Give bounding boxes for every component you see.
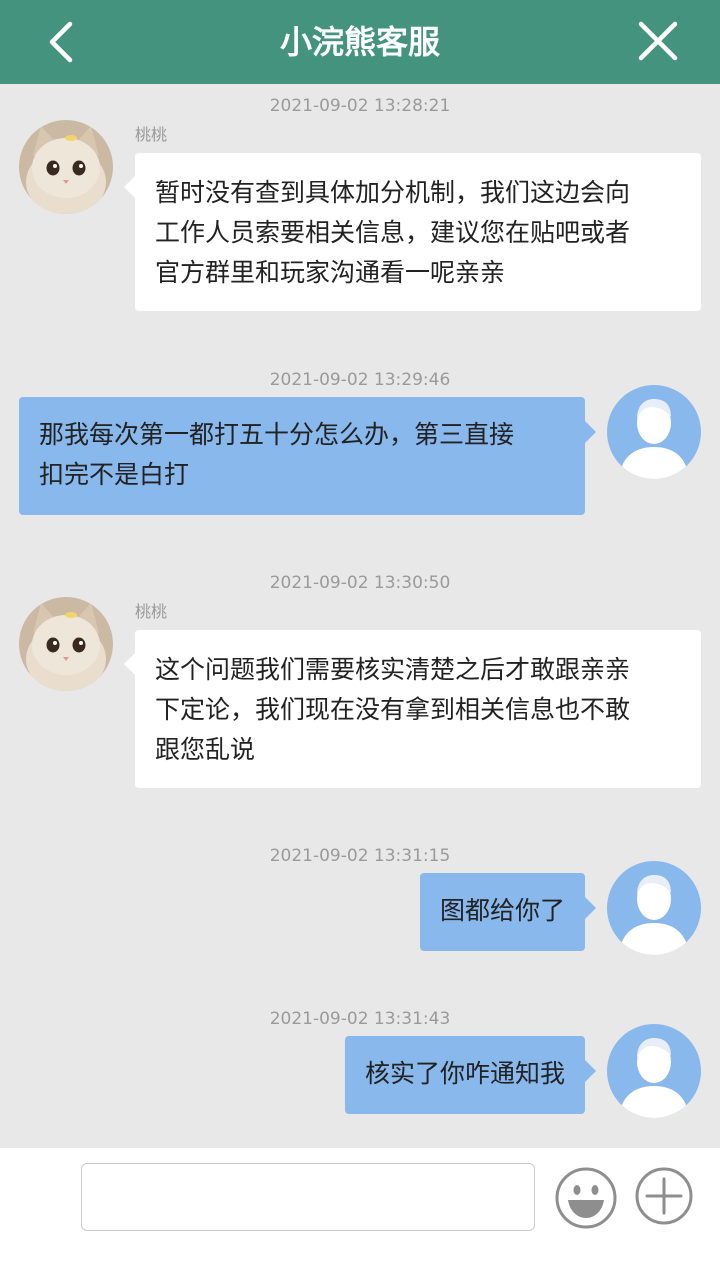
agent-message-bubble[interactable]: 暂时没有查到具体加分机制，我们这边会向 工作人员索要相关信息，建议您在贴吧或者 … bbox=[124, 153, 701, 311]
message-text-line: 那我每次第一都打五十分怎么办，第三直接 bbox=[39, 420, 515, 449]
default-user-avatar-icon bbox=[607, 861, 701, 955]
message-text-line: 图都给你了 bbox=[439, 896, 565, 925]
page-title: 小浣熊客服 bbox=[279, 23, 440, 61]
message-timestamp: 2021-09-02 13:31:15 bbox=[269, 846, 451, 866]
close-button[interactable] bbox=[628, 14, 688, 70]
user-message-bubble[interactable]: 那我每次第一都打五十分怎么办，第三直接 扣完不是白打 bbox=[19, 397, 596, 515]
user-avatar[interactable] bbox=[607, 861, 701, 955]
agent-avatar[interactable] bbox=[19, 597, 113, 691]
message-timestamp: 2021-09-02 13:31:43 bbox=[269, 1009, 451, 1029]
message-timestamp: 2021-09-02 13:30:50 bbox=[269, 573, 451, 593]
header-bar: 小浣熊客服 bbox=[0, 0, 720, 84]
message-input[interactable] bbox=[81, 1163, 535, 1231]
message-timestamp: 2021-09-02 13:28:21 bbox=[269, 96, 451, 116]
user-avatar[interactable] bbox=[607, 385, 701, 479]
add-attachment-button[interactable] bbox=[634, 1166, 694, 1226]
cat-avatar-icon bbox=[19, 597, 113, 691]
cat-avatar-icon bbox=[19, 120, 113, 214]
message-text-line: 跟您乱说 bbox=[155, 735, 256, 764]
user-message-bubble[interactable]: 核实了你咋通知我 bbox=[344, 1036, 597, 1114]
message-text-line: 官方群里和玩家沟通看一呢亲亲 bbox=[155, 258, 506, 287]
user-avatar[interactable] bbox=[607, 1024, 701, 1118]
sender-name: 桃桃 bbox=[135, 602, 168, 621]
message-timestamp: 2021-09-02 13:29:46 bbox=[269, 370, 451, 390]
message-text-line: 扣完不是白打 bbox=[39, 460, 190, 489]
agent-message-bubble[interactable]: 这个问题我们需要核实清楚之后才敢跟亲亲 下定论，我们现在没有拿到相关信息也不敢 … bbox=[124, 630, 701, 788]
input-bar bbox=[0, 1148, 720, 1281]
message-text-line: 核实了你咋通知我 bbox=[364, 1059, 565, 1088]
emoji-button[interactable] bbox=[554, 1166, 618, 1230]
sender-name: 桃桃 bbox=[135, 125, 168, 144]
message-text-line: 这个问题我们需要核实清楚之后才敢跟亲亲 bbox=[155, 655, 631, 684]
user-message-bubble[interactable]: 图都给你了 bbox=[419, 873, 597, 951]
default-user-avatar-icon bbox=[607, 385, 701, 479]
message-text-line: 暂时没有查到具体加分机制，我们这边会向 bbox=[155, 178, 631, 207]
plus-icon bbox=[635, 1167, 693, 1225]
message-text-line: 工作人员索要相关信息，建议您在贴吧或者 bbox=[155, 218, 631, 247]
message-text-line: 下定论，我们现在没有拿到相关信息也不敢 bbox=[155, 695, 631, 724]
default-user-avatar-icon bbox=[607, 1024, 701, 1118]
close-icon bbox=[638, 21, 678, 61]
agent-avatar[interactable] bbox=[19, 120, 113, 214]
emoji-icon bbox=[555, 1167, 617, 1229]
